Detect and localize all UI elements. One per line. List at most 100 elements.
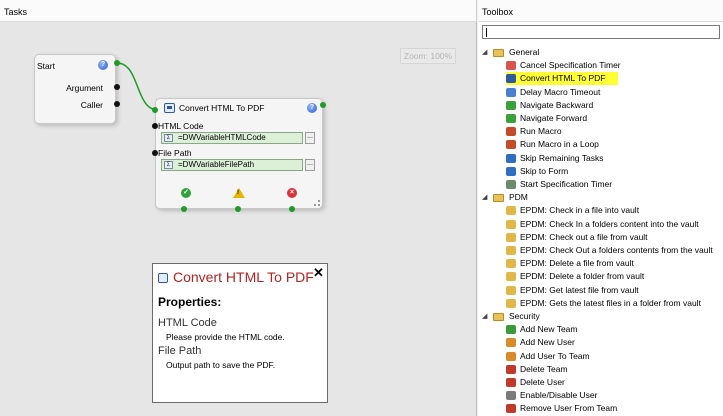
- resize-grip[interactable]: [314, 200, 320, 206]
- tooltip-title: Convert HTML To PDF: [173, 269, 314, 285]
- delay-icon: [506, 87, 516, 97]
- convert-pdf-icon: [506, 74, 516, 84]
- user-add-icon: [506, 338, 516, 348]
- tree-item-label: Start Specification Timer: [520, 179, 613, 189]
- success-icon: ✓: [181, 188, 191, 198]
- port-label-argument: Argument: [66, 83, 103, 93]
- file-path-port[interactable]: [152, 150, 158, 156]
- tree-item-label: Delay Macro Timeout: [520, 86, 601, 97]
- help-icon[interactable]: ?: [307, 103, 317, 113]
- convert-html-to-pdf-node[interactable]: Convert HTML To PDF ? HTML Code Σ =DWVar…: [155, 98, 323, 209]
- help-icon[interactable]: ?: [98, 60, 108, 70]
- toolbox-search-input[interactable]: [482, 25, 720, 39]
- tree-item-label: EPDM: Check Out a folders contents from …: [520, 245, 713, 255]
- prop-name-file-path: File Path: [158, 345, 202, 357]
- browse-button[interactable]: ...: [305, 132, 315, 144]
- tree-item-label: Skip to Form: [520, 165, 569, 176]
- tree-item-label: Cancel Specification Timer: [520, 60, 621, 71]
- pdm-icon: [506, 219, 516, 229]
- convert-pdf-icon: [158, 273, 168, 283]
- tree-item-label: EPDM: Check In a folders content into th…: [520, 218, 699, 229]
- tree-item-label: EPDM: Delete a folder from vault: [520, 271, 645, 282]
- start-node-title: Start: [37, 61, 55, 71]
- macro-loop-icon: [506, 140, 516, 150]
- text-caret: [486, 28, 487, 37]
- tree-item-label: EPDM: Check out a file from vault: [520, 231, 648, 242]
- tree-item-label: EPDM: Get latest file from vault: [520, 284, 639, 295]
- folder-icon: [493, 313, 504, 321]
- success-port[interactable]: [181, 206, 187, 212]
- team-delete-icon: [506, 364, 516, 374]
- user-delete-icon: [506, 378, 516, 387]
- pdm-icon: [506, 298, 516, 308]
- prop-desc-file-path: Output path to save the PDF.: [166, 360, 276, 370]
- convert-output-port[interactable]: [320, 102, 326, 108]
- pdm-icon: [506, 272, 516, 282]
- tree-item-label: Run Macro in a Loop: [520, 139, 599, 150]
- start-output-port[interactable]: [114, 60, 120, 66]
- arrow-left-icon: [506, 100, 516, 110]
- error-icon: ×: [287, 188, 297, 198]
- team-add-icon: [506, 325, 516, 335]
- collapse-icon[interactable]: ◢: [482, 310, 487, 323]
- collapse-icon[interactable]: ◢: [482, 191, 487, 204]
- tree-group-label: Security: [509, 311, 540, 321]
- prop-name-html-code: HTML Code: [158, 317, 217, 329]
- tree-item-label: Navigate Forward: [520, 113, 588, 123]
- caller-port[interactable]: [114, 101, 120, 107]
- properties-heading: Properties:: [158, 295, 222, 309]
- tree-item-label: Add New User: [520, 337, 575, 348]
- pdm-icon: [506, 232, 516, 242]
- tree-item-label: Delete Team: [520, 363, 568, 374]
- folder-icon: [493, 49, 504, 57]
- macro-icon: [506, 127, 516, 137]
- tasks-panel-header: Tasks: [0, 0, 477, 22]
- node-title: Convert HTML To PDF: [179, 103, 265, 113]
- argument-port[interactable]: [114, 84, 120, 90]
- toolbox-header: Toolbox: [478, 0, 723, 22]
- tree-item-label: Convert HTML To PDF: [520, 73, 606, 84]
- warning-port[interactable]: [235, 206, 241, 212]
- user-remove-icon: [506, 404, 516, 414]
- close-icon[interactable]: ✕: [313, 265, 324, 281]
- convert-input-port[interactable]: [152, 107, 158, 113]
- user-toggle-icon: [506, 391, 516, 401]
- port-label-caller: Caller: [80, 100, 103, 110]
- tree-item[interactable]: Convert HTML To PDF: [506, 72, 618, 86]
- file-path-field[interactable]: Σ =DWVariableFilePath: [161, 159, 303, 171]
- user-team-icon: [506, 351, 516, 361]
- tree-group-label: PDM: [509, 192, 528, 203]
- browse-button[interactable]: ...: [305, 159, 315, 171]
- tree-item-label: Add New Team: [520, 324, 578, 335]
- html-code-port[interactable]: [152, 123, 158, 129]
- folder-icon: [493, 194, 504, 203]
- tree-item-label: Navigate Backward: [520, 99, 594, 110]
- pdm-icon: [506, 285, 516, 295]
- tree-item-label: Add User To Team: [520, 350, 590, 361]
- warning-icon: !: [233, 188, 245, 198]
- html-code-value: =DWVariableHTMLCode: [178, 133, 266, 142]
- prop-desc-html-code: Please provide the HTML code.: [166, 332, 285, 342]
- tasks-panel-title: Tasks: [4, 7, 28, 17]
- tree-item-label: Delete User: [520, 377, 565, 387]
- field-label-html-code: HTML Code: [158, 121, 204, 131]
- field-label-file-path: File Path: [158, 148, 192, 158]
- expression-icon[interactable]: Σ: [164, 134, 173, 142]
- expression-icon[interactable]: Σ: [164, 161, 173, 169]
- collapse-icon[interactable]: ◢: [482, 46, 487, 59]
- pdm-icon: [506, 206, 516, 216]
- file-path-value: =DWVariableFilePath: [178, 160, 255, 169]
- timer-cancel-icon: [506, 61, 516, 71]
- arrow-right-icon: [506, 114, 516, 123]
- pdm-icon: [506, 259, 516, 269]
- start-node[interactable]: Start ? Argument Caller: [34, 54, 116, 124]
- convert-pdf-icon: [164, 103, 175, 113]
- toolbox-title: Toolbox: [482, 7, 514, 17]
- tree-item-label: Run Macro: [520, 126, 562, 137]
- tree-item-label: EPDM: Gets the latest files in a folder …: [520, 297, 701, 308]
- tree-item-label: Skip Remaining Tasks: [520, 152, 604, 163]
- error-port[interactable]: [289, 206, 295, 212]
- toolbox-panel: ◢ General Cancel Specification Timer Conver…: [478, 22, 723, 416]
- html-code-field[interactable]: Σ =DWVariableHTMLCode: [161, 132, 303, 144]
- properties-tooltip: Convert HTML To PDF ✕ Properties: HTML C…: [152, 263, 328, 403]
